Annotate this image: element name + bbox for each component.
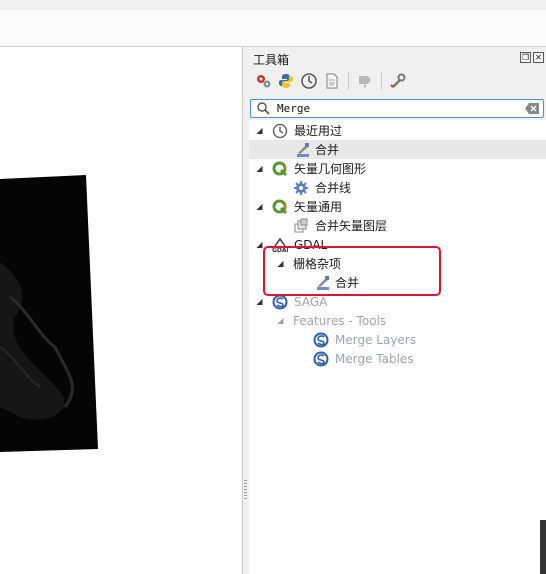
saga-logo-icon [313,332,329,348]
options-button[interactable] [388,71,408,91]
tree-item-label: 合并矢量图层 [315,219,388,233]
tree-item-merge-vector-layers[interactable]: 合并矢量图层 [249,216,546,235]
tree-item-merge-layers[interactable]: Merge Layers [249,330,546,349]
python-icon [279,74,293,88]
tree-item-label: 合并线 [315,181,352,195]
edit-features-in-place-button[interactable] [355,71,375,91]
search-icon [257,102,270,115]
tree-group-recent[interactable]: ◢ 最近用过 [249,121,546,140]
annotation-highlight-box [263,246,441,296]
expand-arrow-icon[interactable]: ◢ [255,164,264,173]
tree-item-merge-recent[interactable]: 合并 [249,140,546,159]
history-button[interactable] [299,71,319,91]
tree-group-features-tools[interactable]: ◢ Features - Tools [249,311,546,330]
clock-icon [301,73,317,89]
layers-icon [293,218,309,234]
algorithm-tree: ◢ 最近用过 合并 ◢ 矢量几何图形 合并线 ◢ 矢量通用 合并矢量图层 ◢ G… [249,120,546,574]
toolbar-separator [348,72,349,90]
expand-arrow-icon[interactable]: ◢ [255,202,264,211]
qgis-logo-icon [272,199,288,215]
tree-item-merge-lines[interactable]: 合并线 [249,178,546,197]
splitter-grip[interactable] [244,480,247,500]
models-button[interactable] [253,71,273,91]
wrench-icon [390,73,406,88]
tree-item-label: Merge Tables [335,351,414,366]
raster-layer-render [0,175,98,452]
document-icon [326,73,338,89]
expand-arrow-icon[interactable]: ◢ [276,316,285,325]
tree-item-label: 矢量几何图形 [294,162,367,176]
toolbar-separator-2 [381,72,382,90]
tree-group-vector-geometry[interactable]: ◢ 矢量几何图形 [249,159,546,178]
qgis-logo-icon [272,161,288,177]
close-panel-button[interactable]: ✕ [533,52,544,63]
raster-merge-icon [295,142,311,158]
expand-arrow-icon[interactable]: ◢ [255,297,264,306]
main-toolbar-strip [0,10,546,47]
tree-item-label: 矢量通用 [294,200,343,214]
clock-icon [272,123,288,139]
tree-item-label: Features - Tools [293,313,387,328]
expand-arrow-icon[interactable]: ◢ [255,126,264,135]
edit-in-place-icon [359,76,371,88]
tree-group-vector-general[interactable]: ◢ 矢量通用 [249,197,546,216]
clear-search-icon[interactable] [525,103,539,114]
tree-item-label: Merge Layers [335,332,416,347]
tree-item-label: SAGA [294,294,328,309]
panel-title: 工具箱 [253,53,290,67]
map-canvas[interactable] [0,47,243,574]
gears-icon [257,75,271,88]
float-panel-button[interactable]: ❐ [520,52,531,63]
window-edge [540,520,546,574]
toolbox-panel: 工具箱 ❐ ✕ Merge ◢ 最近用过 合并 ◢ 矢量几何图形 合并线 ◢ 矢… [249,47,546,574]
results-viewer-button[interactable] [322,71,342,91]
tree-item-merge-tables[interactable]: Merge Tables [249,349,546,368]
search-input[interactable] [277,101,517,116]
saga-logo-icon [313,351,329,367]
tree-item-label: 最近用过 [294,124,343,138]
gear-icon [293,180,309,196]
toolbox-search-box[interactable] [250,99,544,118]
tree-item-label: 合并 [315,143,340,157]
scripts-button[interactable] [276,71,296,91]
